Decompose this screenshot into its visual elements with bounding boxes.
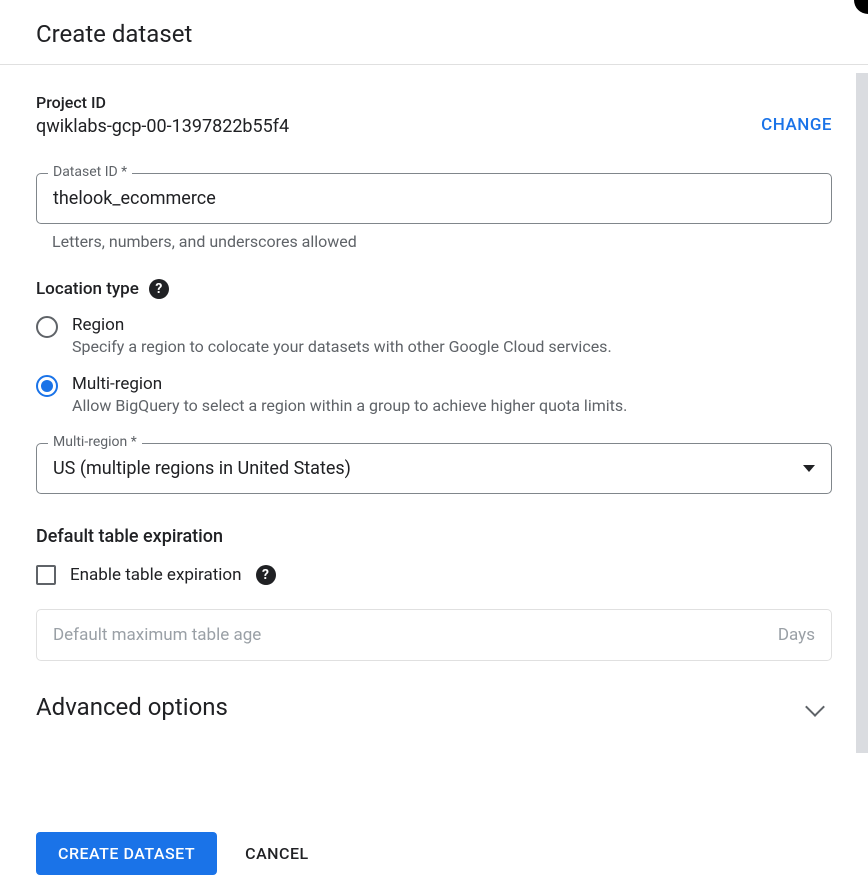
location-type-text: Location type: [36, 279, 139, 299]
enable-expiration-checkbox[interactable]: [36, 565, 56, 585]
table-age-placeholder: Default maximum table age: [53, 625, 261, 645]
cancel-button[interactable]: CANCEL: [245, 844, 309, 863]
chevron-down-icon: [805, 697, 825, 717]
location-type-label: Location type ?: [36, 279, 832, 299]
table-age-unit: Days: [778, 625, 815, 645]
radio-multi-region[interactable]: Multi-region Allow BigQuery to select a …: [36, 374, 832, 415]
project-id-value: qwiklabs-gcp-00-1397822b55f4: [36, 116, 289, 137]
table-age-input: Default maximum table age Days: [36, 609, 832, 661]
radio-multi-region-circle: [36, 375, 58, 397]
project-id-label: Project ID: [36, 93, 289, 112]
radio-region-desc: Specify a region to colocate your datase…: [72, 337, 612, 356]
dialog-content: Project ID qwiklabs-gcp-00-1397822b55f4 …: [0, 65, 868, 805]
expiration-heading: Default table expiration: [36, 526, 832, 547]
create-dataset-button[interactable]: CREATE DATASET: [36, 832, 217, 875]
dataset-id-label: Dataset ID *: [48, 164, 132, 180]
scrollbar[interactable]: [856, 73, 868, 753]
dialog-footer: CREATE DATASET CANCEL: [0, 814, 868, 893]
multi-region-field: Multi-region * US (multiple regions in U…: [36, 443, 832, 494]
dialog-header: Create dataset: [0, 0, 868, 65]
radio-region-circle: [36, 316, 58, 338]
radio-multi-region-desc: Allow BigQuery to select a region within…: [72, 396, 627, 415]
multi-region-value: US (multiple regions in United States): [53, 458, 351, 479]
radio-region[interactable]: Region Specify a region to colocate your…: [36, 315, 832, 356]
enable-expiration-label: Enable table expiration: [70, 565, 242, 585]
multi-region-label: Multi-region *: [48, 434, 142, 450]
enable-expiration-row: Enable table expiration ?: [36, 565, 832, 585]
help-icon[interactable]: ?: [256, 565, 276, 585]
help-icon[interactable]: ?: [149, 279, 169, 299]
radio-region-content: Region Specify a region to colocate your…: [72, 315, 612, 356]
advanced-options-label: Advanced options: [36, 693, 228, 721]
radio-multi-region-content: Multi-region Allow BigQuery to select a …: [72, 374, 627, 415]
dataset-id-helper: Letters, numbers, and underscores allowe…: [36, 232, 832, 251]
project-id-row: Project ID qwiklabs-gcp-00-1397822b55f4 …: [36, 93, 832, 137]
location-type-radio-group: Region Specify a region to colocate your…: [36, 315, 832, 415]
dropdown-arrow-icon: [803, 465, 815, 472]
change-project-button[interactable]: CHANGE: [761, 115, 832, 135]
project-id-info: Project ID qwiklabs-gcp-00-1397822b55f4: [36, 93, 289, 137]
page-title: Create dataset: [36, 20, 832, 48]
radio-region-title: Region: [72, 315, 612, 335]
advanced-options-toggle[interactable]: Advanced options: [36, 693, 832, 721]
multi-region-select[interactable]: US (multiple regions in United States): [36, 443, 832, 494]
dataset-id-input[interactable]: [36, 173, 832, 224]
radio-multi-region-title: Multi-region: [72, 374, 627, 394]
dataset-id-field: Dataset ID *: [36, 173, 832, 224]
